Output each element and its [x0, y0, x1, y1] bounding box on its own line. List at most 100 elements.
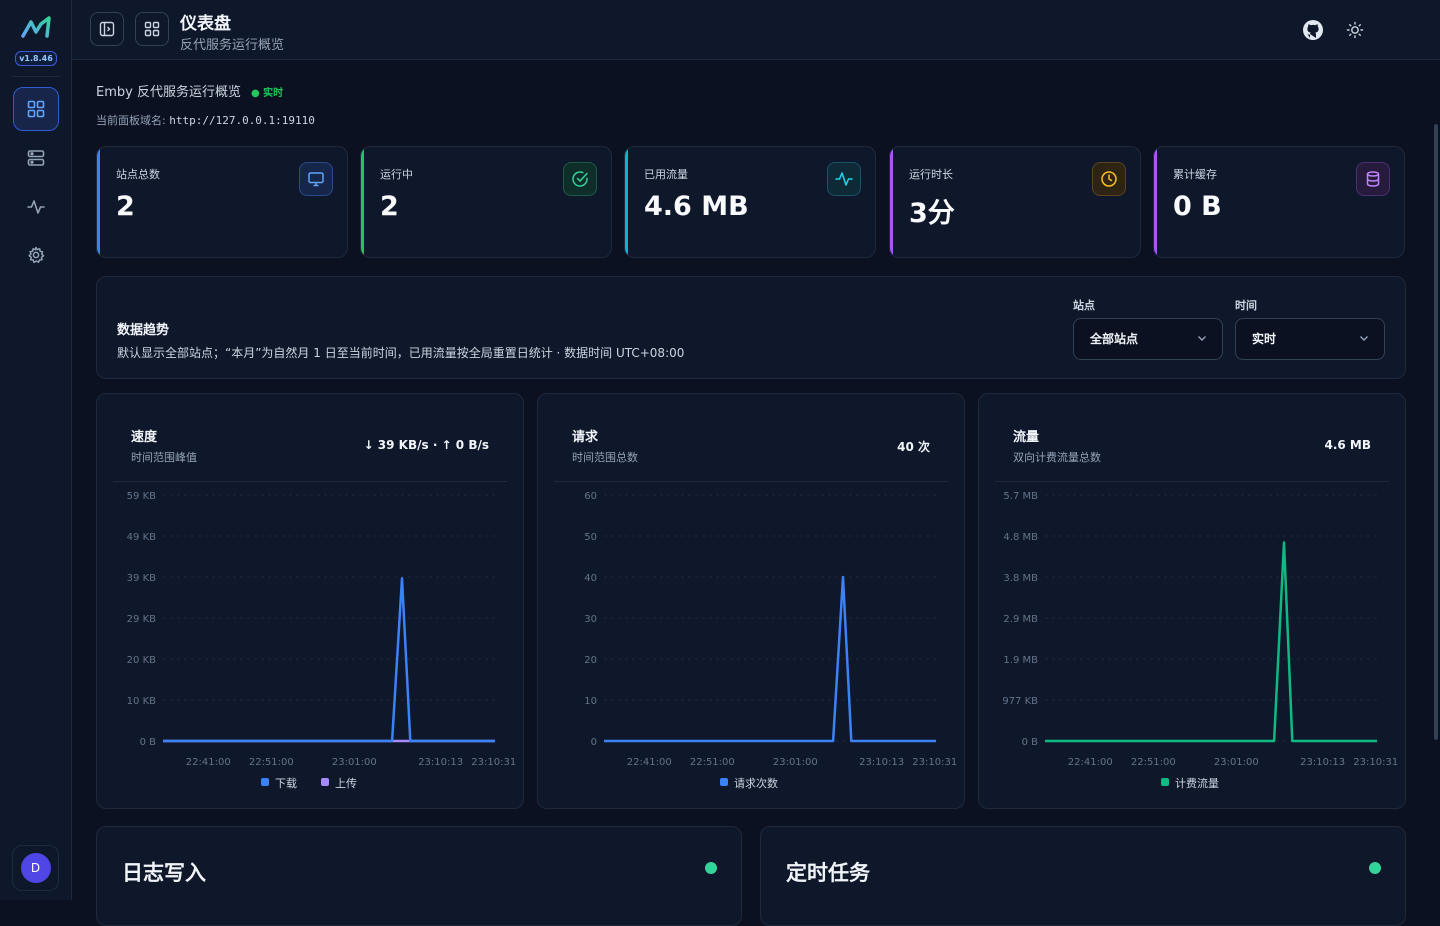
accent-bar	[361, 147, 364, 257]
y-tick-label: 59 KB	[127, 491, 156, 502]
chevron-down-icon	[1360, 336, 1368, 341]
stat-label: 累计缓存	[1173, 168, 1217, 181]
sun-icon	[1346, 21, 1364, 39]
y-tick-label: 3.8 MB	[1003, 573, 1038, 584]
x-tick-label: 22:41:00	[186, 757, 231, 768]
legend-label: 请求次数	[734, 776, 778, 790]
trend-description: 默认显示全部站点；“本月”为自然月 1 日至当前时间，已用流量按全局重置日统计 …	[117, 346, 685, 360]
x-tick-label: 23:10:31	[471, 757, 516, 768]
user-menu[interactable]: D	[12, 845, 59, 891]
log-write-card: 日志写入	[96, 826, 742, 926]
time-filter-label: 时间	[1235, 299, 1257, 312]
page-subtitle: 反代服务运行概览	[180, 38, 285, 53]
topbar: 仪表盘 反代服务运行概览	[72, 0, 1440, 60]
traffic-chart[interactable]: 5.7 MB 4.8 MB 3.8 MB 2.9 MB 1.9 MB 977 KB 0 B 2…	[979, 394, 1407, 810]
y-tick-label: 2.9 MB	[1003, 614, 1038, 625]
sidebar-item-dashboard[interactable]	[13, 87, 59, 131]
gear-icon	[28, 246, 45, 264]
grid-icon	[27, 100, 45, 118]
stat-value: 2	[116, 191, 135, 222]
monitor-icon	[299, 162, 333, 196]
trend-filter-card: 数据趋势 默认显示全部站点；“本月”为自然月 1 日至当前时间，已用流量按全局重…	[96, 276, 1406, 379]
x-tick-label: 22:41:00	[1068, 757, 1113, 768]
speed-chart-card: 速度 时间范围峰值 ↓ 39 KB/s · ↑ 0 B/s 59 KB 49 KB…	[96, 393, 524, 809]
toggle-sidebar-button[interactable]	[90, 12, 124, 46]
y-tick-label: 0 B	[1022, 737, 1039, 748]
y-tick-label: 1.9 MB	[1003, 655, 1038, 666]
speed-chart[interactable]: 59 KB 49 KB 39 KB 29 KB 20 KB 10 KB 0 B 22:41:0…	[97, 394, 525, 810]
requests-chart[interactable]: 60 50 40 30 20 10 0 22:41:00 22:51:00 23:01:00 23:…	[538, 394, 966, 810]
y-tick-label: 49 KB	[127, 532, 156, 543]
database-icon	[1356, 162, 1390, 196]
y-tick-label: 60	[584, 491, 597, 502]
x-tick-label: 23:10:13	[859, 757, 904, 768]
sidebar: v1.8.46 D	[0, 0, 72, 900]
stat-card-cache: 累计缓存 0 B	[1153, 146, 1405, 258]
site-select-value: 全部站点	[1090, 332, 1139, 346]
stat-value: 2	[380, 191, 399, 222]
version-badge: v1.8.46	[15, 51, 57, 66]
y-tick-label: 50	[584, 532, 597, 543]
grid-icon	[144, 21, 160, 37]
scrollbar[interactable]	[1434, 124, 1438, 740]
sidebar-item-settings[interactable]	[13, 233, 59, 277]
status-dot	[705, 862, 717, 874]
x-tick-label: 22:51:00	[1131, 757, 1176, 768]
stat-label: 运行时长	[909, 168, 953, 181]
app-logo-icon[interactable]	[20, 14, 52, 42]
y-tick-label: 4.8 MB	[1003, 532, 1038, 543]
avatar[interactable]: D	[20, 853, 51, 883]
chevron-down-icon	[1198, 336, 1206, 341]
x-tick-label: 22:51:00	[690, 757, 735, 768]
clock-icon	[1092, 162, 1126, 196]
accent-bar	[97, 147, 100, 257]
y-tick-label: 20 KB	[127, 655, 156, 666]
activity-icon	[827, 162, 861, 196]
accent-bar	[890, 147, 893, 257]
series-line	[163, 577, 495, 743]
stat-label: 站点总数	[116, 168, 160, 181]
y-tick-label: 0 B	[140, 737, 157, 748]
sidebar-item-servers[interactable]	[13, 136, 59, 180]
x-tick-label: 22:41:00	[627, 757, 672, 768]
y-tick-label: 40	[584, 573, 597, 584]
domain-label: 当前面板域名:	[96, 114, 166, 127]
site-select[interactable]: 全部站点	[1073, 318, 1223, 360]
domain-value: http://127.0.0.1:19110	[169, 114, 315, 127]
y-tick-label: 977 KB	[1002, 696, 1038, 707]
overview-text: Emby 反代服务运行概览	[96, 85, 241, 100]
theme-toggle-button[interactable]	[1343, 18, 1367, 42]
github-link[interactable]	[1301, 18, 1325, 42]
traffic-chart-card: 流量 双向计费流量总数 4.6 MB 5.7 MB 4.8 MB 3.8 MB 2.9…	[978, 393, 1406, 809]
x-tick-label: 23:01:00	[332, 757, 377, 768]
apps-button[interactable]	[135, 12, 169, 46]
check-circle-icon	[563, 162, 597, 196]
live-badge: ● 实时	[250, 88, 284, 99]
x-tick-label: 23:10:13	[418, 757, 463, 768]
stat-card-traffic: 已用流量 4.6 MB	[624, 146, 876, 258]
page-title: 仪表盘	[180, 14, 231, 34]
x-tick-label: 23:10:13	[1300, 757, 1345, 768]
legend-label: 下载	[275, 777, 297, 790]
panel-icon	[99, 21, 115, 37]
y-tick-label: 20	[584, 655, 597, 666]
accent-bar	[1154, 147, 1157, 257]
x-tick-label: 22:51:00	[249, 757, 294, 768]
y-tick-label: 10 KB	[127, 696, 156, 707]
sidebar-item-monitor[interactable]	[13, 185, 59, 229]
legend-label: 计费流量	[1175, 776, 1219, 790]
stat-card-running: 运行中 2	[360, 146, 612, 258]
stat-label: 运行中	[380, 168, 413, 181]
stat-label: 已用流量	[644, 168, 688, 181]
legend-label: 上传	[335, 777, 357, 790]
legend-swatch	[261, 778, 269, 786]
activity-icon	[27, 200, 45, 214]
stat-value: 4.6 MB	[644, 191, 749, 222]
stat-card-uptime: 运行时长 3分	[889, 146, 1141, 258]
y-tick-label: 10	[584, 696, 597, 707]
y-tick-label: 0	[591, 737, 597, 748]
y-tick-label: 30	[584, 614, 597, 625]
stat-card-sites: 站点总数 2	[96, 146, 348, 258]
time-select[interactable]: 实时	[1235, 318, 1385, 360]
y-tick-label: 39 KB	[127, 573, 156, 584]
